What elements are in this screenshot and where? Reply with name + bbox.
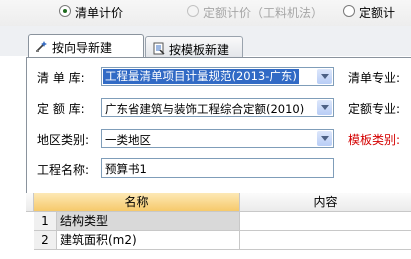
diqu-leibie-label: 地区类别: bbox=[37, 133, 90, 147]
table-cell-name[interactable]: 结构类型 bbox=[57, 212, 240, 231]
radio-qingdan[interactable] bbox=[59, 5, 71, 17]
dinge-ku-select[interactable]: 广东省建筑与装饰工程综合定额(2010) bbox=[101, 98, 334, 117]
template-icon bbox=[153, 42, 165, 55]
table-cell-name[interactable]: 建筑面积(m2) bbox=[57, 231, 240, 250]
wizard-form: 清 单 库: 工程量清单项目计量规范(2013-广东) 清单专业: 定 额 库:… bbox=[26, 57, 411, 193]
chevron-down-icon[interactable] bbox=[317, 100, 332, 115]
wizard-icon bbox=[36, 41, 47, 52]
tab-template-new-label: 按模板新建 bbox=[169, 43, 230, 57]
grid-header-name[interactable]: 名称 bbox=[34, 193, 240, 212]
dinge-zhuanye-label: 定额专业: bbox=[348, 102, 401, 116]
radio-dinge[interactable] bbox=[343, 5, 355, 17]
tab-wizard-new-label: 按向导新建 bbox=[52, 41, 113, 55]
table-cell-content[interactable] bbox=[240, 231, 411, 250]
project-info-grid: 名称 内容 1 结构类型 2 建筑面积(m2) bbox=[26, 193, 411, 259]
chevron-down-icon[interactable] bbox=[317, 131, 332, 146]
row-number: 2 bbox=[34, 231, 57, 250]
dinge-ku-label: 定 额 库: bbox=[37, 102, 85, 116]
row-number: 1 bbox=[34, 212, 57, 231]
dinge-ku-value: 广东省建筑与装饰工程综合定额(2010) bbox=[105, 102, 305, 116]
muban-leibie-label: 模板类别: bbox=[348, 133, 401, 147]
qingdan-zhuanye-label: 清单专业: bbox=[348, 71, 401, 85]
grid-header-content[interactable]: 内容 bbox=[240, 193, 411, 212]
qingdan-ku-label: 清 单 库: bbox=[37, 71, 85, 85]
chevron-down-icon[interactable] bbox=[317, 69, 332, 84]
diqu-leibie-select[interactable]: 一类地区 bbox=[101, 129, 334, 148]
radio-qingdan-label[interactable]: 清单计价 bbox=[75, 4, 123, 21]
pricing-mode-bar: 清单计价 定额计价（工料机法） 定额计 bbox=[0, 0, 411, 27]
radio-dinge-label[interactable]: 定额计 bbox=[359, 4, 395, 21]
grid-corner bbox=[26, 193, 34, 212]
diqu-leibie-value: 一类地区 bbox=[105, 133, 151, 147]
project-name-value: 预算书1 bbox=[105, 162, 147, 176]
qingdan-ku-value: 工程量清单项目计量规范(2013-广东) bbox=[103, 69, 299, 84]
tab-wizard-new[interactable]: 按向导新建 bbox=[28, 34, 144, 58]
gongcheng-mingcheng-label: 工程名称: bbox=[37, 163, 90, 177]
project-name-input[interactable]: 预算书1 bbox=[101, 158, 334, 178]
tab-template-new[interactable]: 按模板新建 bbox=[145, 36, 243, 58]
table-cell-content[interactable] bbox=[240, 212, 411, 231]
qingdan-ku-select[interactable]: 工程量清单项目计量规范(2013-广东) bbox=[101, 67, 334, 86]
radio-dinge-gongliaoji bbox=[187, 5, 199, 17]
radio-dinge-gongliaoji-label: 定额计价（工料机法） bbox=[203, 6, 324, 20]
